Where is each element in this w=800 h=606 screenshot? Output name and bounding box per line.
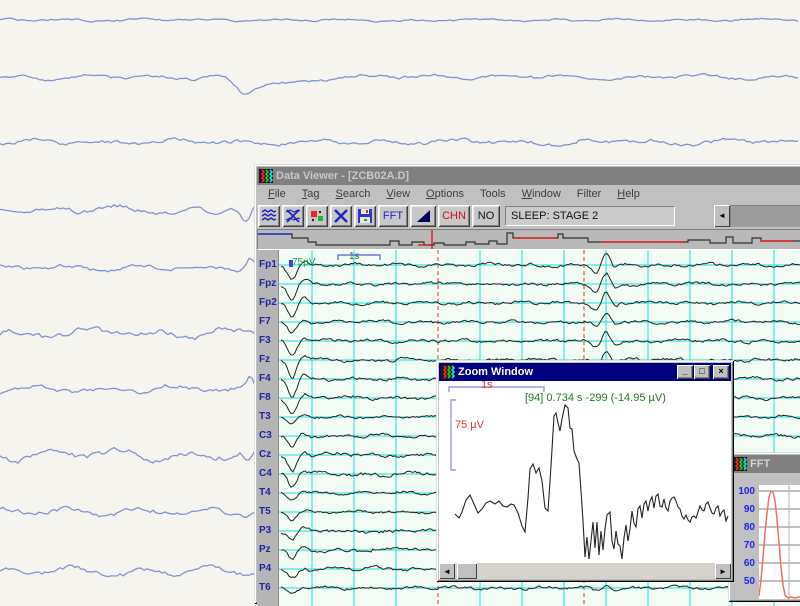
close-button[interactable]: ×: [713, 365, 729, 379]
minimize-button[interactable]: _: [677, 365, 693, 379]
maximize-button[interactable]: □: [694, 365, 710, 379]
eeg-trace-t6: [281, 585, 800, 593]
channel-label-p4: P4: [259, 563, 271, 574]
zoom-time-scale-label: 1s: [481, 381, 493, 391]
channel-label-t4: T4: [259, 487, 271, 498]
eeg-trace-fp2: [281, 292, 800, 317]
menu-bar: FileTagSearchViewOptionsToolsWindowFilte…: [257, 185, 800, 202]
fft-client: 100 90 80 70 60 50: [731, 473, 800, 599]
save-icon: [356, 207, 374, 225]
menu-item-tag[interactable]: Tag: [295, 187, 327, 201]
channel-label-fz: Fz: [259, 354, 270, 365]
fft-button[interactable]: FFT: [378, 205, 408, 227]
eeg-amp-scale-label: 75µV: [292, 257, 316, 268]
menu-item-view[interactable]: View: [379, 187, 417, 201]
menu-item-tools[interactable]: Tools: [473, 187, 513, 201]
triangle-button[interactable]: [410, 205, 436, 227]
triangle-icon: [414, 207, 432, 225]
channel-label-c4: C4: [259, 468, 272, 479]
eeg-time-scale-label: 1s: [349, 251, 360, 262]
channel-label-strip: Fp1 Fpz Fp2 F7 F3 Fz F4 F8 T3 C3 Cz C4 T4 T5 P3 Pz P4 T6: [257, 250, 279, 606]
fft-y-label-70: 70: [731, 540, 755, 551]
toolbar-scrollbar: ◄: [714, 205, 800, 227]
zoom-measurement-text: [94] 0.734 s -299 (-14.95 µV): [525, 392, 666, 404]
paper-trace: [0, 138, 798, 146]
data-viewer-titlebar: Data Viewer - [ZCB02A.D]: [257, 167, 800, 185]
channel-label-t5: T5: [259, 506, 271, 517]
fft-y-label-90: 90: [731, 504, 755, 515]
no-button[interactable]: NO: [472, 205, 500, 227]
menu-item-filter[interactable]: Filter: [570, 187, 608, 201]
paper-trace: [0, 18, 798, 22]
fft-y-label-80: 80: [731, 522, 755, 533]
zoom-window-client[interactable]: 1s 75 µV [94] 0.734 s -299 (-14.95 µV): [439, 381, 731, 563]
waves-button[interactable]: [258, 205, 280, 227]
color-squares-button[interactable]: [306, 205, 328, 227]
zoom-window-title: Zoom Window: [458, 366, 533, 378]
channel-label-f4: F4: [259, 373, 271, 384]
menu-item-search[interactable]: Search: [329, 187, 378, 201]
overview-hypnogram: [258, 230, 800, 249]
fft-app-icon[interactable]: [733, 457, 747, 471]
channel-label-f7: F7: [259, 316, 271, 327]
fft-y-label-50: 50: [731, 576, 755, 587]
channel-label-fp1: Fp1: [259, 259, 277, 270]
channel-label-fp2: Fp2: [259, 297, 277, 308]
paper-trace: [0, 74, 798, 94]
data-viewer-title: Data Viewer - [ZCB02A.D]: [276, 170, 409, 182]
zoom-window: Zoom Window _ □ × 1s 75 µV [94] 0.734 s …: [436, 360, 734, 582]
overview-strip[interactable]: [257, 229, 800, 250]
scrollbar-thumb[interactable]: [457, 563, 477, 579]
zoom-window-app-icon[interactable]: [441, 365, 455, 379]
channel-label-fpz: Fpz: [259, 278, 276, 289]
eeg-trace-f3: [281, 332, 800, 355]
fft-title: FFT: [750, 458, 770, 470]
waves-icon: [260, 207, 278, 225]
channel-label-cz: Cz: [259, 449, 271, 460]
channel-label-p3: P3: [259, 525, 271, 536]
scrollbar-left-arrow[interactable]: ◄: [439, 563, 455, 579]
channel-label-pz: Pz: [259, 544, 271, 555]
channel-label-f3: F3: [259, 335, 271, 346]
save-button[interactable]: [354, 205, 376, 227]
data-viewer-app-icon[interactable]: [259, 169, 273, 183]
x-button[interactable]: [330, 205, 352, 227]
scrollbar-right-arrow[interactable]: ►: [715, 563, 731, 579]
menu-item-options[interactable]: Options: [419, 187, 471, 201]
zoom-scrollbar: ◄ ►: [439, 563, 731, 579]
toolbar: FFT CHN NO SLEEP: STAGE 2 ◄: [257, 202, 800, 229]
eeg-trace-f7: [281, 313, 800, 333]
fft-window: FFT 100 90 80 70 60 50: [728, 452, 800, 602]
fft-titlebar: FFT: [731, 455, 800, 473]
menu-item-help[interactable]: Help: [610, 187, 647, 201]
zoom-amp-bracket: [451, 400, 456, 470]
hypnogram-line: [258, 233, 800, 245]
scroll-track[interactable]: [730, 205, 800, 227]
scroll-left-button[interactable]: ◄: [714, 205, 730, 227]
channel-label-t3: T3: [259, 411, 271, 422]
zoom-waveform: [439, 381, 731, 563]
fft-y-label-100: 100: [731, 486, 755, 497]
channel-label-c3: C3: [259, 430, 272, 441]
waves-x-icon: [284, 207, 302, 225]
eeg-trace-fpz: [281, 273, 800, 300]
waves-x-button[interactable]: [282, 205, 304, 227]
x-icon: [332, 207, 350, 225]
color-squares-icon: [308, 207, 326, 225]
zoom-amp-scale-label: 75 µV: [455, 419, 484, 431]
channel-label-f8: F8: [259, 392, 271, 403]
sleep-stage-field[interactable]: SLEEP: STAGE 2: [505, 206, 675, 226]
fft-plot: [759, 485, 800, 599]
channel-label-t6: T6: [259, 582, 271, 593]
menu-item-file[interactable]: File: [261, 187, 293, 201]
chn-button[interactable]: CHN: [438, 205, 470, 227]
zoom-trace: [455, 405, 728, 559]
fft-plot-area: [759, 485, 800, 599]
fft-y-label-60: 60: [731, 558, 755, 569]
zoom-window-titlebar: Zoom Window _ □ ×: [439, 363, 731, 381]
menu-item-window[interactable]: Window: [515, 187, 568, 201]
